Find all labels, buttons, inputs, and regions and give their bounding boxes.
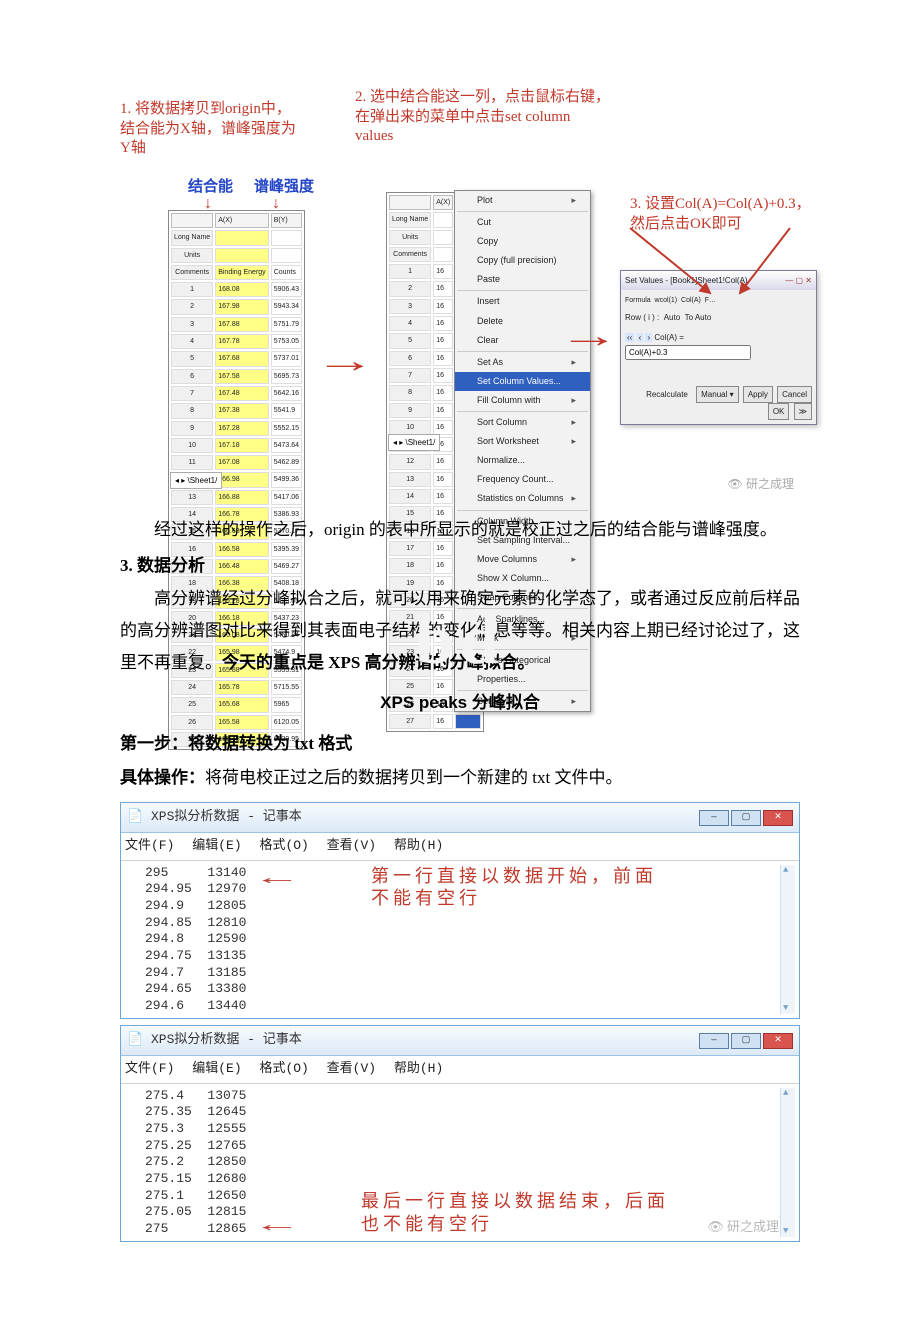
max-button[interactable]: ▢ xyxy=(731,1033,761,1049)
annotation-last-line: 最后一行直接以数据结束，后面也不能有空行 xyxy=(361,1190,669,1235)
formula-input[interactable] xyxy=(625,345,751,360)
menu-file[interactable]: 文件(F) xyxy=(125,1061,174,1076)
min-button[interactable]: — xyxy=(699,810,729,826)
sheet-tab-1[interactable]: ◂ ▸ \Sheet1/ xyxy=(170,472,222,489)
recalc-label: Recalculate xyxy=(642,387,692,402)
menu-help[interactable]: 帮助(H) xyxy=(394,838,443,853)
ok-button[interactable]: OK xyxy=(768,403,790,420)
menu-freq[interactable]: Frequency Count... xyxy=(455,470,590,489)
notepad-window-top: 📄 XPS拟分析数据 - 记事本 — ▢ ✕ 文件(F) 编辑(E) 格式(O)… xyxy=(120,802,800,1019)
annotation-step2: 2. 选中结合能这一列，点击鼠标右键，在弹出来的菜单中点击set columnv… xyxy=(355,88,655,147)
notepad-content-2[interactable]: 275.4 13075275.35 12645275.3 12555275.25… xyxy=(121,1084,799,1242)
menu-paste[interactable]: Paste xyxy=(455,270,590,289)
notepad-icon: 📄 xyxy=(127,1032,143,1047)
menu-copy-full[interactable]: Copy (full precision) xyxy=(455,251,590,270)
sheet-tab-2[interactable]: ◂ ▸ \Sheet1/ xyxy=(388,434,440,451)
recalc-mode[interactable]: Manual ▾ xyxy=(696,386,738,403)
step1-body: 具体操作：将荷电校正过之后的数据拷贝到一个新建的 txt 文件中。 xyxy=(120,762,800,794)
notepad-content-1[interactable]: 295 13140294.95 12970294.9 12805294.85 1… xyxy=(121,861,799,1019)
paragraph-sec3: 高分辨谱经过分峰拟合之后，就可以用来确定元素的化学态了，或者通过反应前后样品的高… xyxy=(120,583,800,680)
menu-cut[interactable]: Cut xyxy=(455,213,590,232)
menu-set-column-values[interactable]: Set Column Values... xyxy=(455,372,590,391)
heading-xps-peaks: XPS peaks 分峰拟合 xyxy=(120,687,800,719)
arrow-left-2: ← xyxy=(263,1214,292,1240)
menu-help[interactable]: 帮助(H) xyxy=(394,1061,443,1076)
notepad-window-bottom: 📄 XPS拟分析数据 - 记事本 — ▢ ✕ 文件(F) 编辑(E) 格式(O)… xyxy=(120,1025,800,1242)
formula-label: Col(A) = xyxy=(654,333,684,342)
watermark-top: 👁 研之成理 xyxy=(727,473,794,496)
watermark-bottom: 👁 研之成理 xyxy=(707,1219,779,1236)
menu-edit[interactable]: 编辑(E) xyxy=(192,838,241,853)
expand-button[interactable]: ≫ xyxy=(794,403,812,420)
menu-view[interactable]: 查看(V) xyxy=(327,838,376,853)
menu-edit[interactable]: 编辑(E) xyxy=(192,1061,241,1076)
notepad-menubar-1[interactable]: 文件(F) 编辑(E) 格式(O) 查看(V) 帮助(H) xyxy=(121,833,799,861)
menu-format[interactable]: 格式(O) xyxy=(259,1061,308,1076)
arrow-right-2: → xyxy=(558,305,619,370)
notepad-menubar-2[interactable]: 文件(F) 编辑(E) 格式(O) 查看(V) 帮助(H) xyxy=(121,1056,799,1084)
min-button[interactable]: — xyxy=(699,1033,729,1049)
scrollbar-1[interactable] xyxy=(780,865,795,1015)
menu-stats[interactable]: Statistics on Columns xyxy=(455,489,590,508)
menu-copy[interactable]: Copy xyxy=(455,232,590,251)
close-button[interactable]: ✕ xyxy=(763,810,793,826)
menu-sort-col[interactable]: Sort Column xyxy=(455,413,590,432)
menu-format[interactable]: 格式(O) xyxy=(259,838,308,853)
arrow-right-1: → xyxy=(314,330,375,395)
paragraph-after-fig: 经过这样的操作之后，origin 的表中所显示的就是校正过之后的结合能与谱峰强度… xyxy=(120,514,800,546)
step1-heading: 第一步：将数据转换为 txt 格式 xyxy=(120,728,800,760)
section-3-heading: 3. 数据分析 xyxy=(120,550,800,582)
notepad-icon: 📄 xyxy=(127,809,143,824)
menu-plot[interactable]: Plot xyxy=(455,191,590,210)
figure-origin-steps: 1. 将数据拷贝到origin中，结合能为X轴，谱峰强度为Y轴 2. 选中结合能… xyxy=(120,100,800,500)
close-button[interactable]: ✕ xyxy=(763,1033,793,1049)
apply-button[interactable]: Apply xyxy=(743,386,773,403)
cancel-button[interactable]: Cancel xyxy=(777,386,812,403)
menu-file[interactable]: 文件(F) xyxy=(125,838,174,853)
annotation-first-line: 第一行直接以数据开始，前面不能有空行 xyxy=(371,865,657,910)
menu-view[interactable]: 查看(V) xyxy=(327,1061,376,1076)
menu-normalize[interactable]: Normalize... xyxy=(455,451,590,470)
arrow-diagonal-group xyxy=(600,188,820,298)
arrow-left-1: ← xyxy=(263,867,292,893)
notepad-title-1: XPS拟分析数据 - 记事本 xyxy=(151,809,302,824)
annotation-step1: 1. 将数据拷贝到origin中，结合能为X轴，谱峰强度为Y轴 xyxy=(120,100,340,159)
menu-fill[interactable]: Fill Column with xyxy=(455,391,590,410)
menu-sort-ws[interactable]: Sort Worksheet xyxy=(455,432,590,451)
max-button[interactable]: ▢ xyxy=(731,810,761,826)
scrollbar-2[interactable] xyxy=(780,1088,795,1238)
notepad-title-2: XPS拟分析数据 - 记事本 xyxy=(151,1032,302,1047)
label-peak-intensity-cn: 谱峰强度 xyxy=(254,178,314,198)
